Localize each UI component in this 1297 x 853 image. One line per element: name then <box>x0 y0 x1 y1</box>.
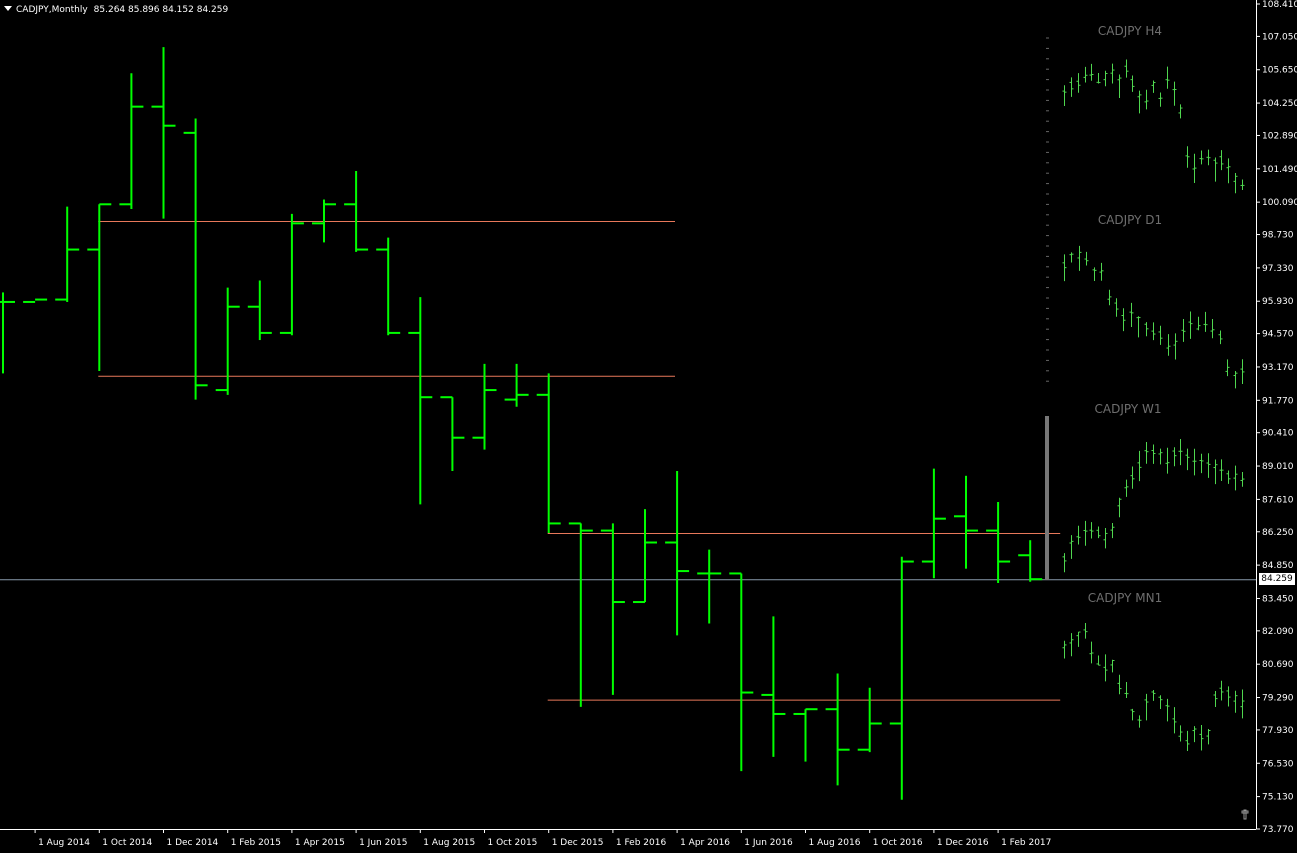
y-tick-label: 101.490 <box>1262 165 1297 175</box>
mini-chart <box>1062 59 1245 194</box>
drag-handle-icon[interactable] <box>1241 809 1249 820</box>
ohlc-bar <box>633 509 657 604</box>
symbol-label: CADJPY,Monthly <box>16 5 88 15</box>
ohlc-bar <box>600 523 625 695</box>
x-tick-label: 1 Feb 2017 <box>1001 838 1051 848</box>
ohlc-bar <box>119 73 144 210</box>
x-tick-label: 1 Apr 2016 <box>680 838 730 848</box>
ohlc-bar <box>986 502 1011 583</box>
ohlc-bar <box>857 687 882 753</box>
x-tick-label: 1 Apr 2015 <box>295 838 345 848</box>
y-tick-label: 86.250 <box>1262 528 1294 538</box>
mini-charts <box>1045 37 1245 752</box>
x-tick-label: 1 Feb 2015 <box>231 838 281 848</box>
y-tick-label: 105.650 <box>1262 66 1297 76</box>
y-tick-label: 95.930 <box>1262 297 1294 307</box>
mini-label-h4: CADJPY H4 <box>1098 24 1162 38</box>
y-tick-label: 76.530 <box>1262 759 1294 769</box>
y-tick-label: 104.250 <box>1262 99 1297 109</box>
time-axis: 1 Aug 2014 1 Oct 2014 1 Dec 2014 1 Feb 2015… <box>34 829 1051 848</box>
x-tick-label: 1 Aug 2015 <box>423 838 475 848</box>
y-tick-label: 79.290 <box>1262 694 1294 704</box>
x-tick-label: 1 Aug 2014 <box>38 838 90 848</box>
price-bars <box>0 47 1043 800</box>
x-tick-label: 1 Feb 2016 <box>616 838 667 848</box>
ohlc-bar <box>825 673 850 786</box>
y-tick-label: 100.090 <box>1262 198 1297 208</box>
chart-canvas: 108.410 107.050 105.650 104.250 102.890 101.4… <box>0 0 1297 848</box>
x-tick-label: 1 Jun 2016 <box>744 838 793 848</box>
ohlc-bar <box>568 522 593 707</box>
ohlc-readout: 85.264 85.896 84.152 84.259 <box>93 5 229 15</box>
level-lines <box>98 220 1061 701</box>
ohlc-bar <box>729 572 754 772</box>
mini-chart-labels: CADJPY H4 CADJPY D1 CADJPY W1 CADJPY MN1 <box>1088 24 1162 605</box>
scroll-slider[interactable] <box>1045 416 1049 580</box>
y-tick-label: 94.570 <box>1262 330 1294 340</box>
ohlc-bar <box>87 203 112 372</box>
ohlc-bar <box>0 292 15 374</box>
ohlc-bar <box>921 468 946 579</box>
x-tick-label: 1 Aug 2016 <box>809 838 861 848</box>
mini-chart <box>1062 623 1245 752</box>
ohlc-bar <box>376 237 401 336</box>
menu-triangle-icon[interactable] <box>4 6 12 11</box>
y-tick-label: 93.170 <box>1262 363 1294 373</box>
mini-chart <box>1062 245 1245 389</box>
mini-label-w1: CADJPY W1 <box>1095 402 1162 416</box>
y-tick-label: 108.410 <box>1262 0 1297 10</box>
y-tick-label: 80.690 <box>1262 660 1294 670</box>
ohlc-bar <box>697 549 722 624</box>
y-tick-label: 82.090 <box>1262 627 1294 637</box>
ohlc-bar <box>215 287 240 395</box>
x-tick-label: 1 Dec 2016 <box>937 838 989 848</box>
ohlc-bar <box>344 170 369 252</box>
y-tick-label: 91.770 <box>1262 396 1294 406</box>
price-axis: 108.410 107.050 105.650 104.250 102.890 101.4… <box>1256 0 1297 835</box>
chart-frame <box>0 0 1257 830</box>
mini-label-d1: CADJPY D1 <box>1098 213 1162 227</box>
x-tick-label: 1 Oct 2016 <box>873 838 923 848</box>
y-tick-label: 84.850 <box>1262 561 1294 571</box>
ohlc-bar <box>665 471 690 636</box>
ohlc-bar <box>408 297 433 505</box>
x-tick-label: 1 Dec 2014 <box>167 838 219 848</box>
y-tick-label: 83.450 <box>1262 594 1294 604</box>
ohlc-bar <box>536 373 561 533</box>
y-tick-label: 102.890 <box>1262 131 1297 141</box>
y-tick-label: 89.010 <box>1262 462 1294 472</box>
mini-chart <box>1062 438 1245 573</box>
ohlc-bar <box>761 616 786 757</box>
x-tick-label: 1 Oct 2015 <box>488 838 538 848</box>
ohlc-bar <box>279 213 304 336</box>
ohlc-bar <box>23 298 48 303</box>
x-tick-label: 1 Jun 2015 <box>359 838 407 848</box>
ohlc-bar <box>889 556 914 800</box>
y-tick-label: 73.770 <box>1262 825 1294 835</box>
ohlc-bar <box>440 396 465 472</box>
ohlc-bar <box>793 708 818 762</box>
y-tick-label: 87.610 <box>1262 495 1294 505</box>
y-tick-label: 98.730 <box>1262 231 1294 241</box>
current-price-tag: 84.259 <box>1259 573 1295 585</box>
chart-header: CADJPY,Monthly 85.264 85.896 84.152 84.25… <box>4 3 228 17</box>
ohlc-bar <box>247 280 272 341</box>
ohlc-bar <box>504 363 529 407</box>
y-tick-label: 75.130 <box>1262 793 1294 803</box>
y-tick-label: 90.410 <box>1262 429 1294 439</box>
ohlc-bar <box>55 206 80 302</box>
y-tick-label: 97.330 <box>1262 264 1294 274</box>
x-tick-label: 1 Dec 2015 <box>552 838 604 848</box>
mini-label-mn1: CADJPY MN1 <box>1088 591 1162 605</box>
y-tick-label: 77.930 <box>1262 726 1294 736</box>
ohlc-bar <box>183 118 208 400</box>
y-tick-label: 107.050 <box>1262 32 1297 42</box>
ohlc-bar <box>151 47 176 219</box>
x-tick-label: 1 Oct 2014 <box>102 838 152 848</box>
ohlc-bar <box>1018 540 1043 582</box>
ohlc-bar <box>954 475 978 569</box>
